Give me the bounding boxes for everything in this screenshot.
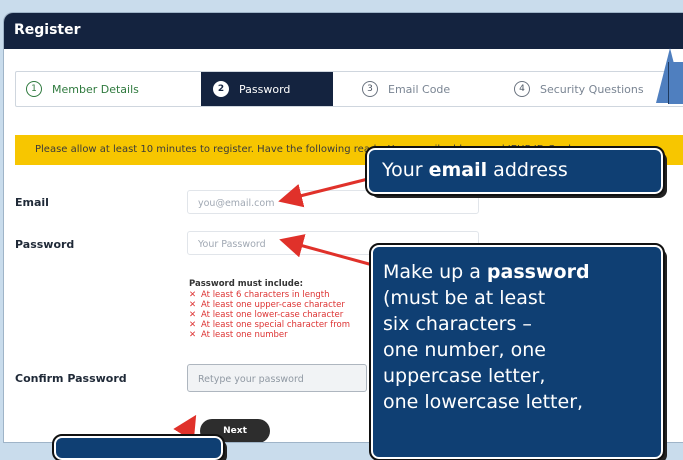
- requirement-item: ✕ At least one special character from: [189, 320, 351, 330]
- step-progress-bar: 1 Member Details 2 Password 3 Email Code…: [15, 71, 683, 107]
- pointer-bar: [668, 62, 683, 104]
- step-label: Security Questions: [540, 82, 644, 96]
- requirement-item: ✕ At least one number: [189, 330, 288, 340]
- password-requirements: Password must include: ✕ At least 6 chara…: [189, 279, 350, 340]
- password-label: Password: [15, 238, 75, 251]
- step-number: 3: [362, 81, 378, 97]
- email-label: Email: [15, 196, 49, 209]
- requirement-item: ✕ At least one lower-case character: [189, 310, 344, 320]
- step-password[interactable]: 2 Password: [201, 72, 333, 106]
- step-label: Password: [239, 82, 291, 96]
- confirm-password-input[interactable]: Retype your password: [187, 364, 367, 392]
- email-callout: Your email address: [365, 146, 665, 196]
- step-number: 2: [213, 81, 229, 97]
- x-icon: ✕: [189, 290, 197, 300]
- step-label: Email Code: [388, 82, 451, 96]
- requirement-item: ✕ At least 6 characters in length: [189, 290, 330, 300]
- requirement-item: ✕ At least one upper-case character: [189, 300, 345, 310]
- step-label: Member Details: [52, 82, 139, 96]
- screenshot-frame: Register 1 Member Details 2 Password 3 E…: [0, 0, 683, 460]
- page-title: Register: [14, 22, 81, 38]
- x-icon: ✕: [189, 320, 197, 330]
- confirm-password-label: Confirm Password: [15, 372, 127, 385]
- step-email-code[interactable]: 3 Email Code: [362, 72, 502, 106]
- step-number: 1: [26, 81, 42, 97]
- register-header: Register: [4, 13, 683, 49]
- step-member-details[interactable]: 1 Member Details: [26, 72, 196, 106]
- x-icon: ✕: [189, 330, 197, 340]
- next-callout: [52, 434, 225, 460]
- step-number: 4: [514, 81, 530, 97]
- password-callout: Make up a password (must be at least six…: [369, 243, 665, 460]
- requirements-title: Password must include:: [189, 279, 303, 289]
- x-icon: ✕: [189, 300, 197, 310]
- x-icon: ✕: [189, 310, 197, 320]
